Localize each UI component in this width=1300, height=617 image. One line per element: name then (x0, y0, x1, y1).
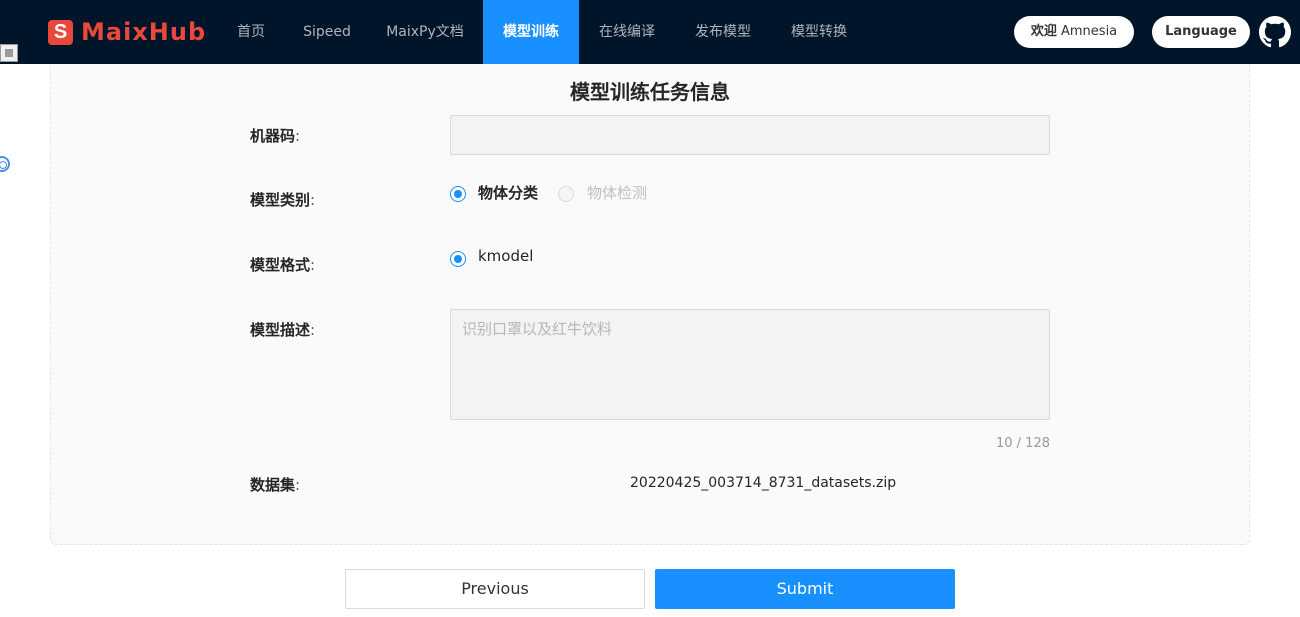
dataset-file-name[interactable]: 20220425_003714_8731_datasets.zip (630, 475, 896, 491)
dataset-label-text: 数据集 (250, 476, 296, 494)
radio-object-classification[interactable] (450, 186, 466, 202)
submit-button[interactable]: Submit (655, 569, 955, 609)
model-type-label-text: 模型类别 (250, 191, 311, 209)
label-colon: : (310, 191, 316, 209)
previous-button[interactable]: Previous (345, 569, 645, 609)
top-navbar: S MaixHub 首页 Sipeed MaixPy文档 模型训练 在线编译 发… (0, 0, 1300, 64)
logo-mark-icon: S (48, 19, 73, 45)
label-colon: : (295, 127, 301, 145)
model-desc-label: 模型描述: (250, 319, 315, 340)
machine-code-label-text: 机器码 (250, 127, 296, 145)
nav-item-model-training[interactable]: 模型训练 (483, 0, 579, 64)
nav-item-home[interactable]: 首页 (224, 0, 278, 64)
model-format-label: 模型格式: (250, 254, 315, 275)
nav-item-online-compile[interactable]: 在线编译 (586, 0, 668, 64)
floating-assistant-icon[interactable] (0, 156, 10, 172)
dataset-label: 数据集: (250, 474, 300, 495)
label-colon: : (295, 476, 301, 494)
machine-code-input[interactable] (450, 115, 1050, 155)
label-colon: : (310, 321, 316, 339)
model-type-label: 模型类别: (250, 189, 315, 210)
floating-widget-icon[interactable] (0, 44, 18, 62)
radio-label-object-classification[interactable]: 物体分类 (478, 182, 538, 203)
nav-item-sipeed[interactable]: Sipeed (295, 0, 359, 64)
logo-text: MaixHub (81, 18, 207, 46)
radio-label-object-detection[interactable]: 物体检测 (587, 182, 647, 203)
label-colon: : (310, 256, 316, 274)
radio-label-kmodel[interactable]: kmodel (478, 247, 533, 265)
char-counter: 10 / 128 (996, 436, 1050, 451)
radio-object-detection[interactable] (558, 186, 574, 202)
github-icon[interactable] (1259, 16, 1291, 48)
page-title: 模型训练任务信息 (570, 80, 730, 104)
nav-item-model-convert[interactable]: 模型转换 (778, 0, 860, 64)
language-button[interactable]: Language (1152, 16, 1250, 48)
model-desc-placeholder: 识别口罩以及红牛饮料 (462, 320, 613, 338)
nav-item-publish-model[interactable]: 发布模型 (682, 0, 764, 64)
model-desc-label-text: 模型描述 (250, 321, 311, 339)
welcome-prefix: 欢迎 (1030, 24, 1057, 39)
model-format-label-text: 模型格式 (250, 256, 311, 274)
welcome-user-button[interactable]: 欢迎 Amnesia (1014, 16, 1134, 48)
radio-kmodel[interactable] (450, 251, 466, 267)
model-desc-textarea[interactable]: 识别口罩以及红牛饮料 (450, 309, 1050, 420)
machine-code-label: 机器码: (250, 125, 300, 146)
username: Amnesia (1061, 24, 1118, 39)
nav-item-maixpy-docs[interactable]: MaixPy文档 (376, 0, 474, 64)
maixhub-logo[interactable]: S MaixHub (48, 18, 206, 46)
